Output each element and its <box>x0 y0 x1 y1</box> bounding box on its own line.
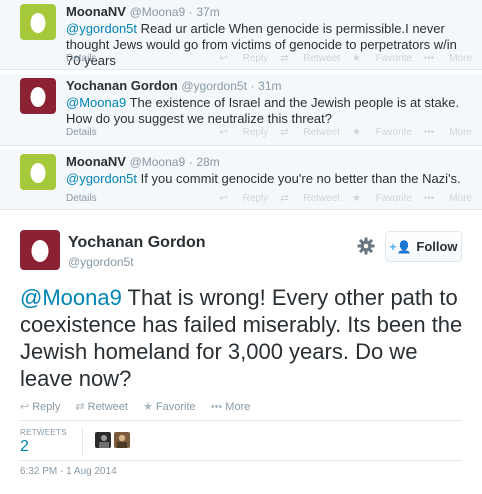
user-photo-icon <box>95 432 111 448</box>
fullname[interactable]: MoonaNV <box>66 154 126 169</box>
gear-icon[interactable] <box>356 236 376 256</box>
avatar[interactable] <box>20 78 56 114</box>
fullname[interactable]: Yochanan Gordon <box>68 234 205 252</box>
egg-icon <box>20 154 56 190</box>
reply-button[interactable]: ↩ Reply <box>219 53 268 64</box>
reply-icon: ↩ <box>20 401 30 413</box>
more-icon: ••• <box>210 401 223 413</box>
details-link[interactable]: Details <box>66 127 97 138</box>
more-button[interactable]: ••• More <box>211 401 251 413</box>
favorite-button[interactable]: ★ Favorite <box>352 127 412 138</box>
favorite-button[interactable]: ★ Favorite <box>352 193 412 204</box>
egg-icon <box>20 230 60 270</box>
reply-button[interactable]: ↩ Reply <box>20 401 60 413</box>
star-icon: ★ <box>143 401 153 413</box>
mention-link[interactable]: @Moona9 <box>20 285 122 310</box>
retweets-label[interactable]: RETWEETS <box>20 428 67 437</box>
favorite-button[interactable]: ★ Favorite <box>352 53 412 64</box>
username[interactable]: @Moona9 <box>130 155 186 169</box>
timestamp[interactable]: 31m <box>258 79 281 93</box>
tweet-text: @Moona9 That is wrong! Every other path … <box>20 284 470 392</box>
tweet-actions: ↩ Reply ⇄ Retweet ★ Favorite ••• More <box>207 193 472 204</box>
follow-label: Follow <box>416 239 458 254</box>
retweet-button[interactable]: ⇄ Retweet <box>280 53 340 64</box>
mention-link[interactable]: @ygordon5t <box>66 171 137 186</box>
retweet-button[interactable]: ⇄ Retweet <box>280 193 340 204</box>
avatar[interactable] <box>20 230 60 270</box>
tweet-text: @ygordon5t If you commit genocide you're… <box>66 171 472 187</box>
more-button[interactable]: ••• More <box>424 127 472 138</box>
tweet-text: @Moona9 The existence of Israel and the … <box>66 95 472 127</box>
retweeter-avatar[interactable] <box>95 432 111 448</box>
reply-button[interactable]: ↩ Reply <box>219 127 268 138</box>
retweets-count[interactable]: 2 <box>20 438 29 456</box>
tweet-actions: ↩ Reply ⇄ Retweet ★ Favorite ••• More <box>207 53 472 64</box>
avatar[interactable] <box>20 4 56 40</box>
more-button[interactable]: ••• More <box>424 193 472 204</box>
avatar[interactable] <box>20 154 56 190</box>
more-button[interactable]: ••• More <box>424 53 472 64</box>
tweet-body: If you commit genocide you're no better … <box>137 171 461 186</box>
username[interactable]: @Moona9 <box>130 5 186 19</box>
mention-link[interactable]: @ygordon5t <box>66 21 137 36</box>
timestamp[interactable]: 28m <box>196 155 219 169</box>
retweeter-avatar[interactable] <box>114 432 130 448</box>
add-user-icon: +👤 <box>389 239 412 254</box>
fullname[interactable]: MoonaNV <box>66 4 126 19</box>
fullname[interactable]: Yochanan Gordon <box>66 78 178 93</box>
mention-link[interactable]: @Moona9 <box>66 95 126 110</box>
reply-tweet[interactable]: MoonaNV @Moona9 · 37m @ygordon5t Read ur… <box>0 0 482 70</box>
reply-tweet[interactable]: MoonaNV @Moona9 · 28m @ygordon5t If you … <box>0 150 482 210</box>
tweet-actions: ↩ Reply ⇄ Retweet ★ Favorite ••• More <box>20 400 262 413</box>
details-link[interactable]: Details <box>66 193 97 204</box>
tweet-actions: ↩ Reply ⇄ Retweet ★ Favorite ••• More <box>207 127 472 138</box>
username[interactable]: @ygordon5t <box>181 79 247 93</box>
egg-icon <box>20 4 56 40</box>
follow-button[interactable]: +👤 Follow <box>385 231 462 262</box>
divider <box>20 460 462 461</box>
retweet-icon: ⇄ <box>75 401 85 413</box>
retweet-button[interactable]: ⇄ Retweet <box>75 401 128 413</box>
reply-button[interactable]: ↩ Reply <box>219 193 268 204</box>
permalink-tweet: Yochanan Gordon @ygordon5t +👤 Follow @Mo… <box>0 214 482 494</box>
user-photo-icon <box>114 432 130 448</box>
timestamp[interactable]: 37m <box>196 5 219 19</box>
favorite-button[interactable]: ★ Favorite <box>143 401 196 413</box>
stats-separator <box>82 428 83 456</box>
egg-icon <box>20 78 56 114</box>
retweet-button[interactable]: ⇄ Retweet <box>280 127 340 138</box>
username[interactable]: @ygordon5t <box>68 255 134 269</box>
details-link[interactable]: Details <box>66 53 97 64</box>
reply-tweet[interactable]: Yochanan Gordon @ygordon5t · 31m @Moona9… <box>0 74 482 146</box>
tweet-timestamp[interactable]: 6:32 PM - 1 Aug 2014 <box>20 466 117 477</box>
divider <box>20 420 462 421</box>
